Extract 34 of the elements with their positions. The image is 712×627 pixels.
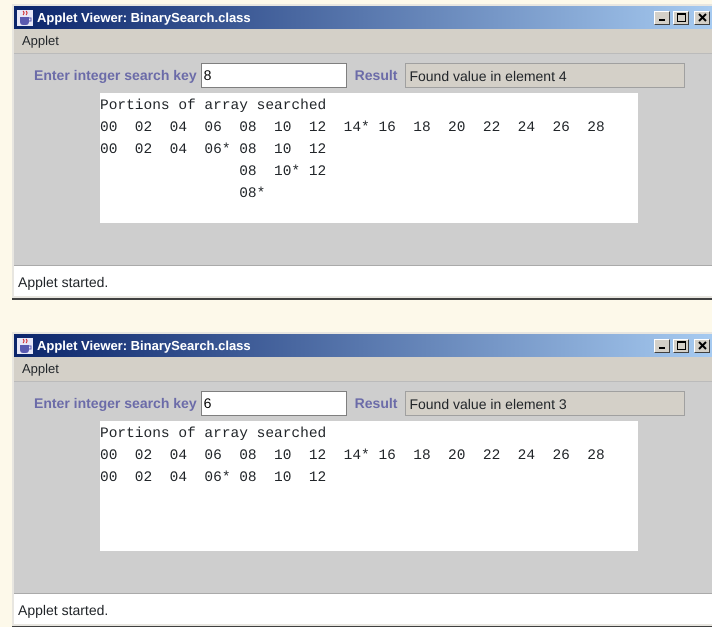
coffee-cup-icon bbox=[16, 336, 34, 354]
close-button[interactable] bbox=[694, 338, 710, 352]
output-line: 00 02 04 06* 08 10 12 bbox=[100, 469, 328, 488]
output-line: Portions of array searched bbox=[100, 425, 328, 444]
maximize-icon bbox=[676, 340, 686, 350]
menu-item[interactable]: Applet bbox=[22, 359, 59, 379]
result-label: Result bbox=[354, 66, 398, 84]
search-key-field[interactable]: 6 bbox=[200, 390, 347, 416]
window-title: Applet Viewer: BinarySearch.class bbox=[37, 336, 252, 355]
maximize-icon bbox=[676, 12, 686, 22]
output-line: 08 10* 12 bbox=[238, 163, 328, 182]
output-line: 00 02 04 06 08 10 12 14* 16 18 20 22 24 26 28 bbox=[100, 119, 606, 138]
output-line: 08* bbox=[238, 185, 266, 204]
window-title: Applet Viewer: BinarySearch.class bbox=[37, 8, 252, 27]
output-line: Portions of array searched bbox=[100, 97, 328, 116]
output-line: 00 02 04 06* 08 10 12 bbox=[100, 141, 328, 160]
result-field: Found value in element 3 bbox=[405, 390, 686, 416]
status-bar: Applet started. bbox=[14, 593, 712, 624]
output-line: 00 02 04 06 08 10 12 14* 16 18 20 22 24 26 28 bbox=[100, 447, 606, 466]
result-field: Found value in element 4 bbox=[405, 62, 686, 88]
close-icon bbox=[698, 340, 706, 350]
search-key-field[interactable]: 8 bbox=[200, 62, 347, 88]
maximize-button[interactable] bbox=[673, 10, 689, 24]
result-label: Result bbox=[354, 394, 398, 412]
minimize-button[interactable] bbox=[654, 10, 670, 24]
close-button[interactable] bbox=[694, 10, 710, 24]
close-icon bbox=[698, 12, 706, 22]
search-key-label: Enter integer search key bbox=[34, 66, 197, 85]
status-bar: Applet started. bbox=[14, 265, 712, 296]
coffee-cup-icon bbox=[16, 8, 34, 26]
menu-item[interactable]: Applet bbox=[22, 31, 59, 51]
search-key-label: Enter integer search key bbox=[34, 394, 197, 413]
maximize-button[interactable] bbox=[673, 338, 689, 352]
minimize-button[interactable] bbox=[654, 338, 670, 352]
